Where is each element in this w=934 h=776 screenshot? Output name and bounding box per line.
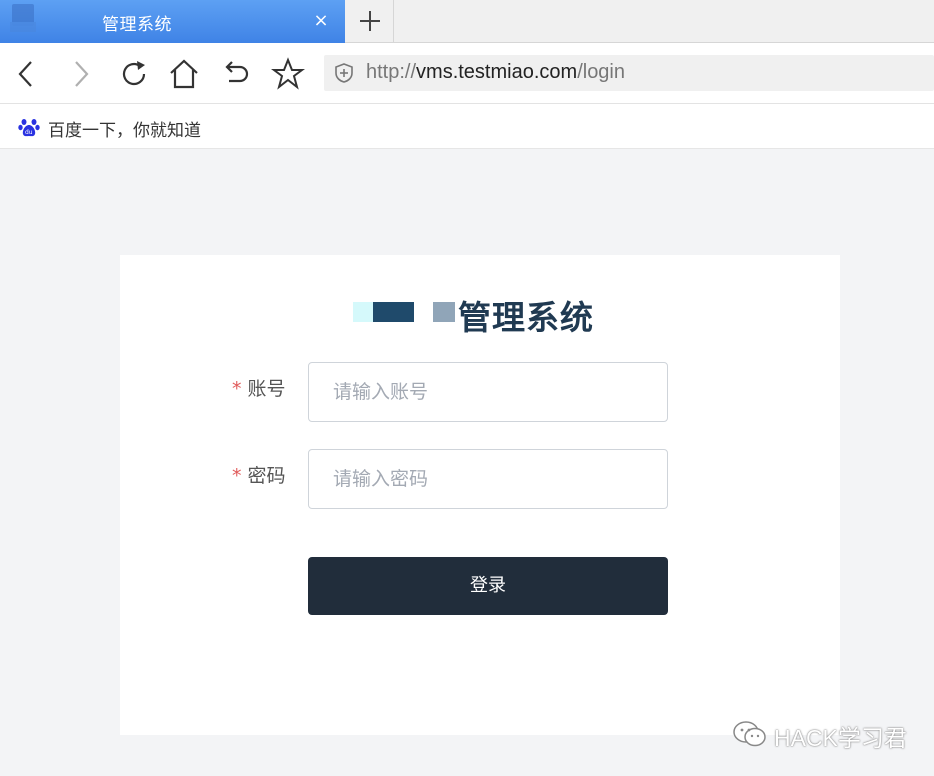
undo-icon <box>225 61 249 83</box>
login-card: 管理系统 *账号 *密码 登录 <box>120 255 840 735</box>
bookmark-label: 百度一下，你就知道 <box>48 121 201 141</box>
tab-bar: 管理系统 × <box>0 0 934 43</box>
baidu-paw-icon: du <box>18 119 40 137</box>
new-tab-button[interactable] <box>346 0 394 43</box>
forward-button[interactable] <box>64 57 98 91</box>
required-marker: * <box>232 465 242 487</box>
password-label: * 密码 <box>232 461 286 488</box>
reload-icon <box>122 61 146 86</box>
tab-active[interactable]: 管理系统 × <box>0 0 345 43</box>
tab-close-icon[interactable]: × <box>310 8 332 34</box>
star-icon <box>271 57 305 90</box>
address-bar[interactable]: http://vms.testmiao.com/login <box>324 55 934 91</box>
bookmarks-bar: du 百度一下，你就知道 <box>0 104 934 149</box>
url-text: http://vms.testmiao.com/login <box>366 61 625 84</box>
plus-icon <box>360 11 380 31</box>
password-input[interactable] <box>309 450 667 508</box>
home-icon <box>170 59 198 89</box>
undo-close-tab-button[interactable] <box>219 57 253 91</box>
page-title: 管理系统 <box>458 298 594 337</box>
password-label-text: 密码 <box>247 465 286 487</box>
login-button[interactable]: 登录 <box>308 557 668 615</box>
url-scheme: http:// <box>366 61 417 83</box>
navigation-bar: http://vms.testmiao.com/login <box>0 43 934 104</box>
account-label-text: 账号 <box>247 378 286 400</box>
tab-favicon-icon <box>10 4 36 32</box>
url-host: vms.testmiao.com <box>416 61 578 83</box>
account-field[interactable] <box>308 362 668 422</box>
page-content: 管理系统 *账号 *密码 登录 HACK学习君 <box>0 150 934 776</box>
chevron-right-icon <box>75 61 89 87</box>
logo-block <box>433 302 455 322</box>
logo-block <box>353 302 373 322</box>
back-button[interactable] <box>10 57 44 91</box>
url-path: /login <box>577 61 625 83</box>
password-field[interactable] <box>308 449 668 509</box>
reload-button[interactable] <box>117 57 151 91</box>
tab-title: 管理系统 <box>102 15 172 35</box>
home-button[interactable] <box>167 57 201 91</box>
watermark-text: HACK学习君 <box>774 725 907 751</box>
account-input[interactable] <box>309 363 667 421</box>
chevron-left-icon <box>18 61 32 87</box>
shield-icon <box>335 63 353 83</box>
bookmark-star-button[interactable] <box>271 57 305 91</box>
required-marker: * <box>232 378 242 400</box>
account-label: * 账号 <box>232 374 286 401</box>
wechat-icon <box>733 721 766 747</box>
logo-block <box>373 302 414 322</box>
svg-text:du: du <box>25 129 33 136</box>
